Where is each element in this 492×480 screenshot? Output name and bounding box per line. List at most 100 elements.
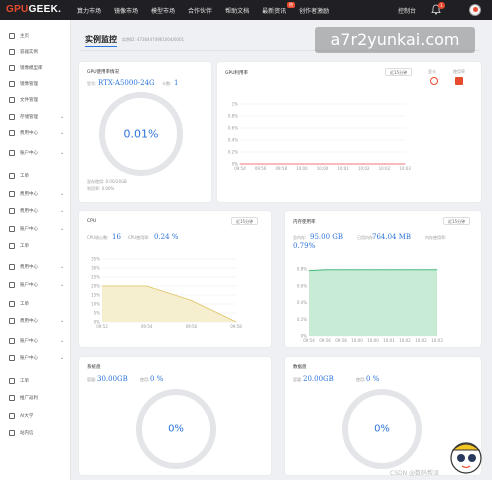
gpu-usage-title: GPU使用率情况 <box>87 70 119 75</box>
chevron-down-icon: ⌄ <box>60 191 65 197</box>
credit-text: CSDN @数码帮派 <box>390 470 440 477</box>
user-icon <box>9 150 15 156</box>
nav-item-partners[interactable]: 合作伙伴 <box>188 6 212 15</box>
image-icon <box>9 81 15 87</box>
gpu-util: 利用率: 0.00% <box>87 186 115 191</box>
console-link[interactable]: 控制台 <box>398 6 416 15</box>
data-disk-capacity: 20.00GB <box>303 375 334 383</box>
chevron-down-icon: ⌄ <box>60 355 65 361</box>
x-tick-label: 10:01 <box>337 166 349 171</box>
sidebar-item[interactable]: 工单 <box>0 240 71 252</box>
y-tick-label: 1% <box>232 102 239 107</box>
sidebar-item[interactable]: 账户中心 ⌄ <box>0 279 71 291</box>
sidebar-item-label: 费用中心 <box>20 131 38 136</box>
x-tick-label: 10:01 <box>383 338 395 343</box>
sidebar-item-label: 存储管理 <box>20 115 38 120</box>
sidebar-item[interactable]: 容器实例 <box>0 46 71 58</box>
sidebar-item[interactable]: 账户中心 ⌄ <box>0 147 71 159</box>
sidebar-item[interactable]: 账户中心 ⌄ <box>0 223 71 235</box>
sidebar-item[interactable]: 工单 <box>0 375 71 387</box>
x-tick-label: 10:02 <box>358 166 370 171</box>
data-point <box>404 163 406 165</box>
sidebar-item-label: 账户中心 <box>20 339 38 344</box>
chevron-down-icon: ⌄ <box>60 318 65 324</box>
x-tick-label: 09:54 <box>234 166 246 171</box>
sidebar-item-label: 费用中心 <box>20 319 38 324</box>
sidebar-item[interactable]: AI大学 <box>0 410 71 422</box>
gpu-usage-ring: 0.01% <box>99 92 183 176</box>
chevron-down-icon: ⌄ <box>60 338 65 344</box>
series-area <box>309 269 437 336</box>
system-disk-use-label: 使用: <box>140 377 150 382</box>
data-point <box>383 163 385 165</box>
nav-item-compute[interactable]: 算力市场 <box>77 6 101 15</box>
sidebar-item[interactable]: 存储管理 ⌄ <box>0 111 71 123</box>
sidebar-item[interactable]: 费用中心 ⌄ <box>0 205 71 217</box>
y-tick-label: 0.6% <box>297 283 307 288</box>
data-point <box>146 285 148 287</box>
data-point <box>404 269 406 271</box>
sidebar-item[interactable]: 费用中心 ⌄ <box>0 188 71 200</box>
ticket-icon <box>9 243 15 249</box>
sidebar-item-label: 账户中心 <box>20 356 38 361</box>
y-tick-label: 5% <box>94 311 101 316</box>
folder-icon <box>9 97 15 103</box>
user-icon <box>9 338 15 344</box>
sidebar-item[interactable]: 费用中心 ⌄ <box>0 127 71 139</box>
system-disk-ring: 0% <box>136 389 216 469</box>
data-point <box>340 269 342 271</box>
sidebar-item-label: 费用中心 <box>20 265 38 270</box>
sidebar-item[interactable]: 文件管理 <box>0 94 71 106</box>
data-point <box>324 269 326 271</box>
chevron-down-icon: ⌄ <box>60 114 65 120</box>
y-tick-label: 0.4% <box>228 138 238 143</box>
sidebar-item-label: AI大学 <box>20 414 34 419</box>
y-tick-label: 25% <box>91 275 100 280</box>
gpu-chart: 1%0.8%0.6%0.4%0.2%0%09:54 09:56 09:58 10:00… <box>228 102 411 172</box>
sidebar-item[interactable]: 工单 <box>0 170 71 182</box>
sidebar-item-label: 账户中心 <box>20 283 38 288</box>
image-icon <box>9 65 15 71</box>
sidebar-item[interactable]: 账户中心 ⌄ <box>0 335 71 347</box>
sidebar-item[interactable]: 工单 <box>0 298 71 310</box>
nav-item-images[interactable]: 镜像市场 <box>114 6 138 15</box>
x-tick-label: 09:58 <box>275 166 287 171</box>
sidebar-item[interactable]: 费用中心 ⌄ <box>0 315 71 327</box>
data-point <box>280 163 282 165</box>
cpu-chart: 35%30%25%20%15%10%5%0%09:52 09:54 09:56 09:… <box>91 257 242 330</box>
nav-item-models[interactable]: 模型市场 <box>151 6 175 15</box>
nav-item-docs[interactable]: 帮助文档 <box>225 6 249 15</box>
sidebar-item-label: 主页 <box>20 34 29 39</box>
memory-card: 内存使用率 近15分钟 总内存: 95.00 GB 已用内存: 764.04 M… <box>285 211 481 347</box>
sidebar-item-label: 工单 <box>20 379 29 384</box>
money-icon <box>9 318 15 324</box>
y-tick-label: 0.6% <box>228 126 238 131</box>
server-icon <box>9 49 15 55</box>
sidebar-item[interactable]: 账户中心 ⌄ <box>0 352 71 364</box>
data-point <box>388 269 390 271</box>
y-tick-label: 0.2% <box>228 150 238 155</box>
avatar[interactable] <box>469 4 481 16</box>
x-tick-label: 10:02 <box>399 338 411 343</box>
logo[interactable]: GPUGEEK. <box>6 4 61 15</box>
data-point <box>436 269 438 271</box>
sidebar-item[interactable]: 镜像管理 <box>0 78 71 90</box>
gpu-count-label: 卡数: <box>162 81 172 86</box>
data-disk-use-label: 使用: <box>356 377 366 382</box>
chevron-down-icon: ⌄ <box>60 208 65 214</box>
nav-item-creator[interactable]: 创作者激励 <box>299 6 329 15</box>
y-tick-label: 15% <box>91 293 100 298</box>
sidebar-item[interactable]: 费用中心 ⌄ <box>0 261 71 273</box>
sidebar-item[interactable]: 主页 <box>0 30 71 42</box>
x-tick-label: 09:54 <box>303 338 315 343</box>
sidebar-item[interactable]: 镜像模型库 <box>0 62 71 74</box>
sidebar-item-label: 容器实例 <box>20 50 38 55</box>
hot-badge: 热 <box>287 2 295 8</box>
sidebar-item-label: 镜像模型库 <box>20 66 43 71</box>
school-icon <box>9 413 15 419</box>
data-point <box>239 163 241 165</box>
nav-item-news[interactable]: 最新资讯 <box>262 6 286 15</box>
sidebar-item[interactable]: 站内信 <box>0 427 71 439</box>
watermark: a7r2yunkai.com <box>315 27 475 53</box>
sidebar-item[interactable]: 推广返利 <box>0 392 71 404</box>
